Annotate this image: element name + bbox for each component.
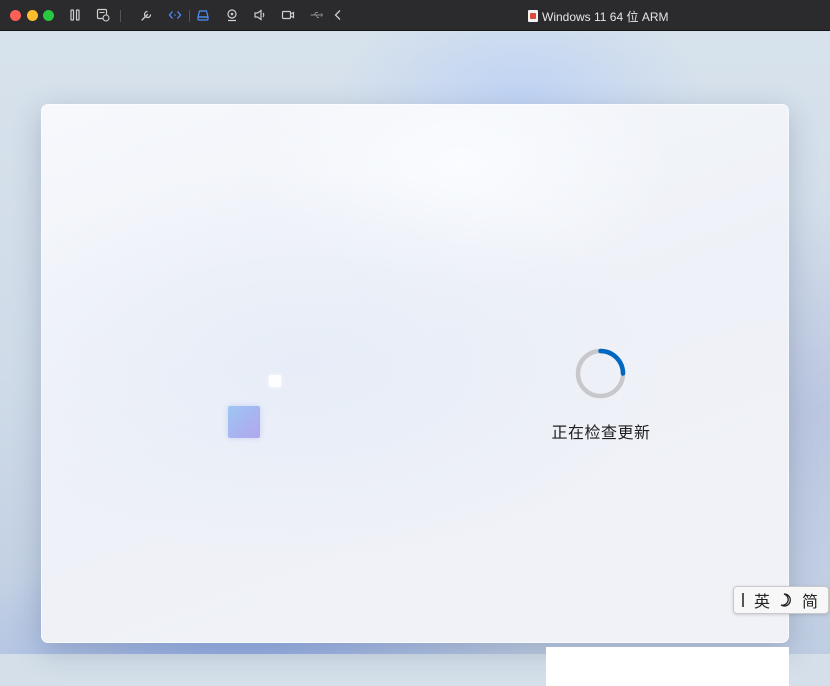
ime-language-toggle[interactable]: 英 [754, 588, 770, 612]
loading-spinner-icon [575, 348, 626, 399]
speaker-icon [254, 9, 265, 21]
ime-script-toggle[interactable]: 简 [802, 588, 818, 612]
chevron-left-icon [334, 10, 341, 20]
host-panel-fragment [546, 647, 789, 686]
pause-icon [70, 9, 80, 21]
video-camera-icon [281, 10, 295, 20]
windows-logo-tile [228, 406, 260, 438]
toolbar-divider [120, 10, 121, 22]
disk-button[interactable] [195, 7, 211, 23]
settings-button[interactable] [139, 7, 155, 23]
window-title-text: Windows 11 64 位 ARM [542, 9, 669, 24]
video-button[interactable] [280, 7, 296, 23]
minimize-window-button[interactable] [27, 10, 38, 21]
usb-button[interactable] [308, 7, 324, 23]
usb-icon [310, 12, 323, 18]
snapshot-icon [96, 8, 110, 22]
ime-halfwidth-toggle[interactable] [778, 592, 794, 608]
toolbar-divider [189, 10, 190, 22]
collapse-toolbar-button[interactable] [330, 7, 346, 23]
setup-status-text: 正在检查更新 [551, 425, 651, 442]
pause-button[interactable] [67, 7, 83, 23]
crescent-moon-icon [780, 593, 791, 607]
ime-drag-handle[interactable] [742, 593, 744, 607]
camera-webcam-icon [227, 9, 237, 22]
close-window-button[interactable] [10, 10, 21, 21]
windows-logo-small-tile [269, 375, 281, 387]
vm-window-titlebar: Windows 11 64 位 ARM [0, 0, 830, 31]
sound-button[interactable] [252, 7, 268, 23]
webcam-button[interactable] [224, 7, 240, 23]
windows-setup-window: 正在检查更新 [41, 104, 789, 643]
snapshot-button[interactable] [95, 7, 111, 23]
ime-toolbar: 英 简 [733, 586, 829, 614]
vm-display: 正在检查更新 [0, 32, 830, 686]
code-button[interactable] [167, 7, 183, 23]
settings-wrench-icon [141, 10, 152, 21]
window-title: Windows 11 64 位 ARM [528, 8, 669, 24]
code-arrows-icon [168, 11, 182, 19]
fullscreen-window-button[interactable] [43, 10, 54, 21]
vm-document-icon [528, 10, 538, 22]
disk-drive-icon [197, 10, 209, 21]
